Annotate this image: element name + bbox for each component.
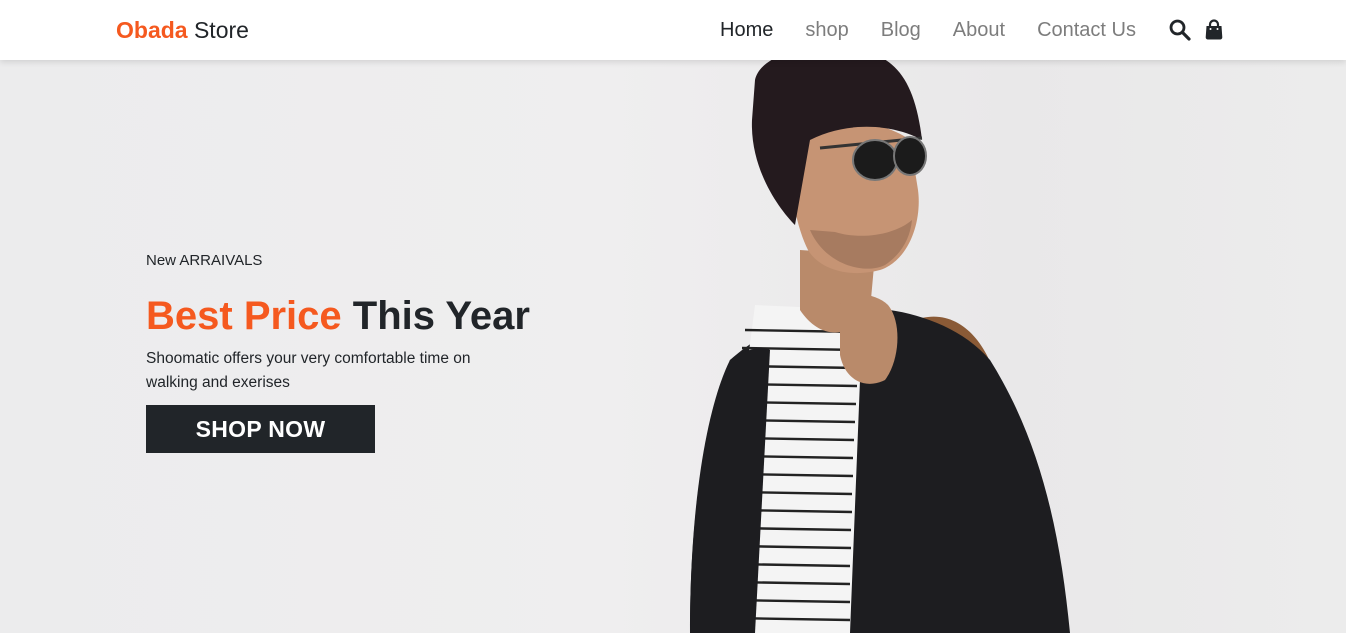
brand-logo[interactable]: Obada Store bbox=[116, 16, 249, 44]
nav-link-blog[interactable]: Blog bbox=[881, 19, 921, 42]
shopping-bag-icon[interactable] bbox=[1202, 18, 1226, 42]
nav-link-about[interactable]: About bbox=[953, 19, 1005, 42]
hero-headline: Best Price This Year bbox=[146, 293, 606, 339]
nav-link-contact[interactable]: Contact Us bbox=[1037, 19, 1136, 42]
hero-banner: New ARRAIVALS Best Price This Year Shoom… bbox=[0, 60, 1346, 633]
search-icon[interactable] bbox=[1168, 18, 1192, 42]
headline-rest: This Year bbox=[341, 294, 530, 338]
nav-link-shop[interactable]: shop bbox=[805, 19, 848, 42]
nav-link-home[interactable]: Home bbox=[720, 19, 773, 42]
headline-accent: Best Price bbox=[146, 294, 342, 338]
nav-icons bbox=[1158, 18, 1226, 42]
nav-links: Home shop Blog About Contact Us bbox=[720, 0, 1346, 60]
navbar: Obada Store Home shop Blog About Contact… bbox=[0, 0, 1346, 60]
shop-now-button[interactable]: SHOP NOW bbox=[146, 405, 375, 453]
brand-accent: Obada bbox=[116, 17, 188, 43]
hero-subtitle: Shoomatic offers your very comfortable t… bbox=[146, 350, 471, 391]
hero-model-image bbox=[690, 60, 1070, 633]
hero-eyebrow: New ARRAIVALS bbox=[146, 252, 263, 269]
brand-name: Store bbox=[187, 17, 249, 43]
hero-text: New ARRAIVALS Best Price This Year Shoom… bbox=[146, 251, 606, 453]
